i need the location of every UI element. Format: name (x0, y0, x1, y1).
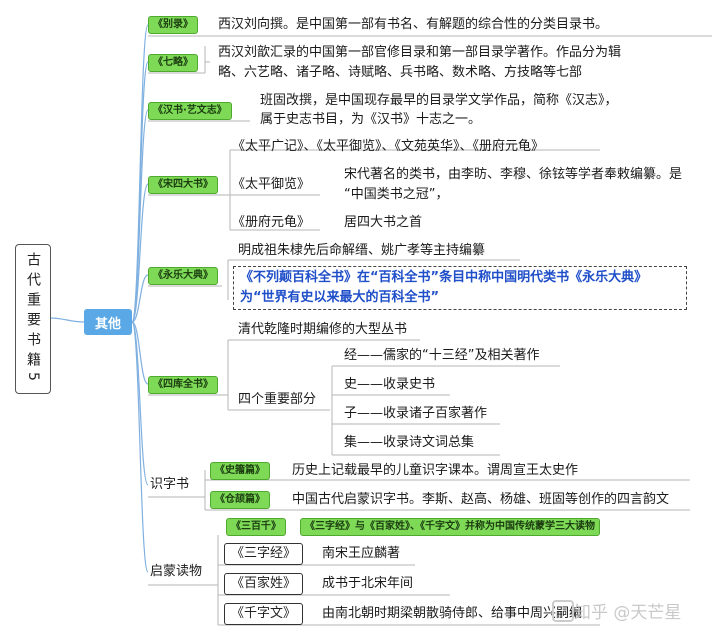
tag-siku: 《四库全书》 (148, 376, 218, 394)
tag-cangjie: 《仓颉篇》 (210, 491, 270, 509)
tag-songsi: 《宋四大书》 (148, 176, 218, 194)
desc-shizhou: 历史上记载最早的儿童识字课本。谓周宣王太史作 (292, 463, 579, 478)
box-qianzi: 《千字文》 (224, 603, 304, 625)
siku-part-ji: 集——收录诗文词总集 (344, 435, 475, 450)
desc-siku: 清代乾隆时期编修的大型丛书 (238, 322, 408, 337)
desc-baijia: 成书于北宋年间 (322, 576, 414, 591)
desc-hanshu-1: 班固改撰，是中国现存最早的目录学文学作品，简称《汉志》， (260, 93, 618, 108)
yongle-highlight-note: 《不列颠百科全书》在“百科全书”条目中称中国明代类书《永乐大典》 为“世界有史以… (233, 266, 687, 310)
siku-part-shi: 史——收录史书 (344, 377, 436, 392)
desc-cangjie: 中国古代启蒙识字书。李斯、赵高、杨雄、班固等创作的四言韵文 (292, 492, 670, 507)
tag-hanshu: 《汉书·艺文志》 (148, 102, 232, 120)
siku-parts-label: 四个重要部分 (238, 392, 317, 407)
desc-hanshu-2: 属于史志书目，为《汉书》十志之一。 (260, 112, 482, 127)
desc-sanzi: 南宋王应麟著 (322, 546, 401, 561)
tag-yongle: 《永乐大典》 (148, 267, 218, 285)
siku-part-jing: 经——儒家的“十三经”及相关著作 (344, 348, 540, 363)
zhihu-logo-icon (552, 600, 574, 622)
tag-qilue: 《七略》 (148, 54, 198, 72)
watermark: 知乎 @天芒星 (574, 603, 682, 623)
yongle-highlight-line-1: 《不列颠百科全书》在“百科全书”条目中称中国明代类书《永乐大典》 (240, 270, 648, 285)
tag-bielu: 《别录》 (148, 16, 198, 34)
box-baijia: 《百家姓》 (224, 573, 304, 595)
siku-part-zi: 子——收录诸子百家著作 (344, 406, 488, 421)
desc-bielu: 西汉刘向撰。是中国第一部有书名、有解题的综合性的分类目录书。 (218, 17, 609, 32)
tag-shizhou: 《史籀篇》 (210, 462, 270, 480)
qimeng-label: 启蒙读物 (150, 564, 203, 579)
songsi-cefu-desc: 居四大书之首 (344, 215, 423, 230)
songsi-list: 《太平广记》、《太平御览》、《文苑英华》、《册府元龟》 (232, 139, 545, 154)
hub-node-other: 其他 (84, 309, 132, 335)
tag-sanbai: 《三百千》 (226, 518, 286, 536)
desc-qianzi: 由南北朝时期梁朝散骑侍郎、给事中周兴嗣编 (322, 606, 583, 621)
desc-qilue-2: 略、六艺略、诸子略、诗赋略、兵书略、数术略、方技略等七部 (218, 65, 583, 80)
songsi-yulan-desc-2: “中国类书之冠”， (344, 187, 449, 202)
songsi-yulan-label: 《太平御览》 (232, 177, 311, 192)
yongle-highlight-line-2: 为“世界有史以来最大的百科全书” (240, 290, 440, 305)
songsi-cefu-label: 《册府元龟》 (232, 215, 311, 230)
desc-qilue-1: 西汉刘歆汇录的中国第一部官修目录和第一部目录学著作。作品分为辑 (218, 45, 622, 60)
root-node: 古代重要书籍5 (15, 244, 51, 394)
sanbai-note: 《三字经》与《百家姓》、《千字文》并称为中国传统蒙学三大读物 (300, 518, 600, 536)
box-sanzi: 《三字经》 (224, 543, 304, 565)
desc-yongle: 明成祖朱棣先后命解缙、姚广孝等主持编纂 (238, 243, 486, 258)
shizi-label: 识字书 (150, 477, 190, 492)
songsi-yulan-desc-1: 宋代著名的类书，由李昉、李穆、徐铉等学者奉敕编纂。是 (344, 167, 683, 182)
